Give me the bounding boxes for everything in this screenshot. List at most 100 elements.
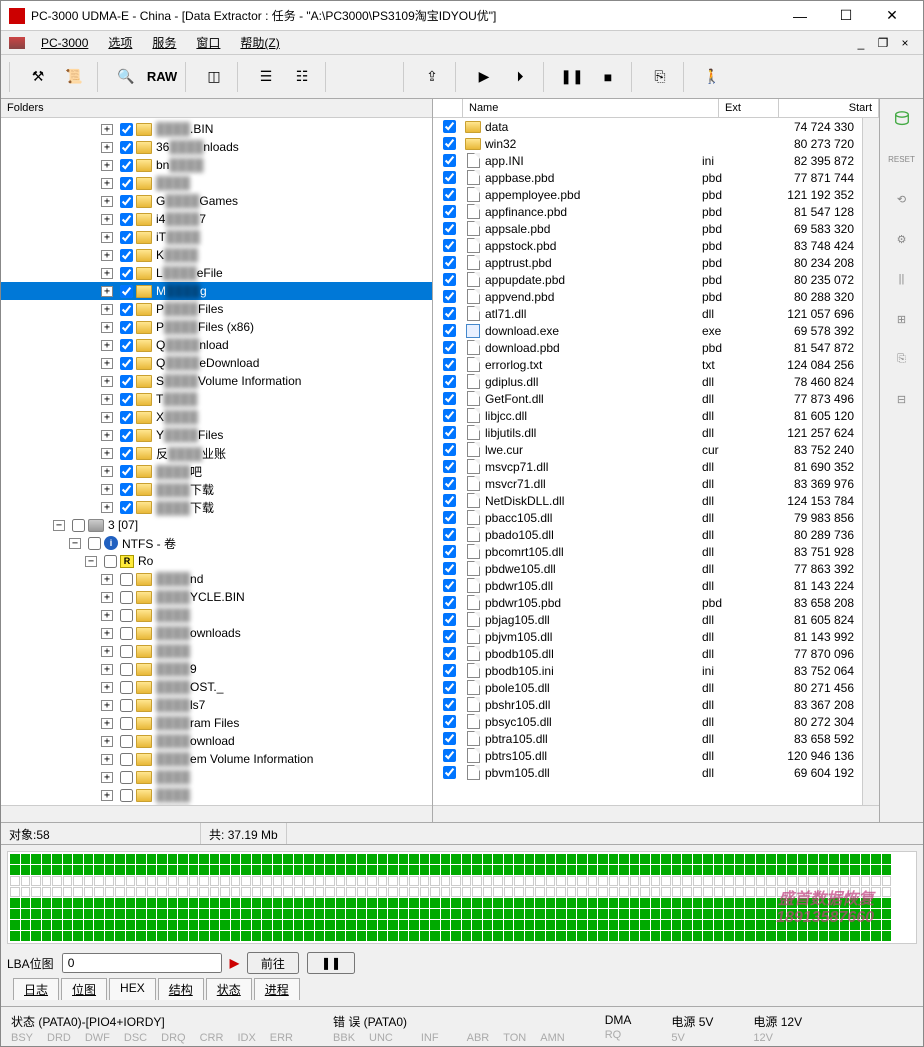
file-checkbox[interactable]: [443, 341, 456, 354]
mdi-minimize[interactable]: _: [851, 36, 871, 50]
tree-row[interactable]: +反████业账: [1, 444, 432, 462]
file-checkbox[interactable]: [443, 732, 456, 745]
file-checkbox[interactable]: [443, 766, 456, 779]
tool-scroll-icon[interactable]: 📜: [57, 60, 91, 94]
file-checkbox[interactable]: [443, 426, 456, 439]
list-row[interactable]: pbcomrt105.dlldll83 751 928: [433, 543, 862, 560]
file-checkbox[interactable]: [443, 681, 456, 694]
list-row[interactable]: appvend.pbdpbd80 288 320: [433, 288, 862, 305]
expander-icon[interactable]: +: [101, 610, 113, 621]
tree-checkbox[interactable]: [120, 159, 133, 172]
tree-row[interactable]: +████.BIN: [1, 120, 432, 138]
expander-icon[interactable]: +: [101, 286, 113, 297]
file-checkbox[interactable]: [443, 290, 456, 303]
expander-icon[interactable]: +: [101, 142, 113, 153]
tree-checkbox[interactable]: [120, 267, 133, 280]
tree-checkbox[interactable]: [120, 789, 133, 802]
expander-icon[interactable]: +: [101, 358, 113, 369]
tree-checkbox[interactable]: [120, 645, 133, 658]
tool-play2-icon[interactable]: ⏵: [503, 60, 537, 94]
file-checkbox[interactable]: [443, 511, 456, 524]
tree-row[interactable]: +T████: [1, 390, 432, 408]
tree-row[interactable]: +████9: [1, 660, 432, 678]
rtool-refresh-icon[interactable]: ⟲: [886, 185, 918, 213]
rtool-reset[interactable]: RESET: [886, 145, 918, 173]
tab-bitmap[interactable]: 位图: [61, 978, 107, 1000]
tree-checkbox[interactable]: [120, 429, 133, 442]
tree-checkbox[interactable]: [120, 357, 133, 370]
tree-checkbox[interactable]: [120, 753, 133, 766]
expander-icon[interactable]: −: [53, 520, 65, 531]
tree-checkbox[interactable]: [120, 195, 133, 208]
tree-row[interactable]: +████em Volume Information: [1, 750, 432, 768]
expander-icon[interactable]: +: [101, 214, 113, 225]
tree-row[interactable]: +████ls7: [1, 696, 432, 714]
expander-icon[interactable]: +: [101, 772, 113, 783]
expander-icon[interactable]: +: [101, 628, 113, 639]
list-row[interactable]: app.INIini82 395 872: [433, 152, 862, 169]
tree-row[interactable]: +i4████7: [1, 210, 432, 228]
tab-struct[interactable]: 结构: [158, 978, 204, 1000]
tree-row[interactable]: +████: [1, 606, 432, 624]
list-row[interactable]: win3280 273 720: [433, 135, 862, 152]
file-checkbox[interactable]: [443, 324, 456, 337]
tree-row[interactable]: +G████Games: [1, 192, 432, 210]
tree-checkbox[interactable]: [120, 627, 133, 640]
tree-row[interactable]: +M████g: [1, 282, 432, 300]
file-checkbox[interactable]: [443, 307, 456, 320]
expander-icon[interactable]: +: [101, 448, 113, 459]
file-checkbox[interactable]: [443, 273, 456, 286]
list-row[interactable]: libjutils.dlldll121 257 624: [433, 424, 862, 441]
tree-row[interactable]: +████: [1, 174, 432, 192]
file-checkbox[interactable]: [443, 647, 456, 660]
maximize-button[interactable]: ☐: [823, 1, 869, 31]
col-start[interactable]: Start: [779, 99, 879, 117]
tree-checkbox[interactable]: [120, 699, 133, 712]
tree-row[interactable]: +Y████Files: [1, 426, 432, 444]
list-row[interactable]: pbdwe105.dlldll77 863 392: [433, 560, 862, 577]
tree-checkbox[interactable]: [104, 555, 117, 568]
list-row[interactable]: pbvm105.dlldll69 604 192: [433, 764, 862, 781]
file-checkbox[interactable]: [443, 188, 456, 201]
rtool-grid-icon[interactable]: ⊞: [886, 305, 918, 333]
file-checkbox[interactable]: [443, 715, 456, 728]
expander-icon[interactable]: +: [101, 196, 113, 207]
tree-checkbox[interactable]: [120, 213, 133, 226]
tree-row[interactable]: +████吧: [1, 462, 432, 480]
tree-row[interactable]: +████ram Files: [1, 714, 432, 732]
col-checkbox[interactable]: [433, 99, 463, 117]
expander-icon[interactable]: +: [101, 682, 113, 693]
tree-row[interactable]: +████下载: [1, 480, 432, 498]
expander-icon[interactable]: +: [101, 736, 113, 747]
expander-icon[interactable]: +: [101, 484, 113, 495]
list-row[interactable]: pbsyc105.dlldll80 272 304: [433, 713, 862, 730]
tree-checkbox[interactable]: [120, 393, 133, 406]
list-row[interactable]: data74 724 330: [433, 118, 862, 135]
tree-row[interactable]: +L████eFile: [1, 264, 432, 282]
list-row[interactable]: pbjag105.dlldll81 605 824: [433, 611, 862, 628]
list-row[interactable]: appemployee.pbdpbd121 192 352: [433, 186, 862, 203]
expander-icon[interactable]: +: [101, 268, 113, 279]
expander-icon[interactable]: +: [101, 376, 113, 387]
expander-icon[interactable]: +: [101, 178, 113, 189]
tree-checkbox[interactable]: [120, 735, 133, 748]
tree-checkbox[interactable]: [120, 141, 133, 154]
tab-log[interactable]: 日志: [13, 978, 59, 1000]
file-checkbox[interactable]: [443, 579, 456, 592]
rtool-minus-icon[interactable]: ⊟: [886, 385, 918, 413]
tree-row[interactable]: +████ownloads: [1, 624, 432, 642]
tree-row[interactable]: −RRo: [1, 552, 432, 570]
expander-icon[interactable]: −: [69, 538, 81, 549]
lba-pause-button[interactable]: ❚❚: [307, 952, 355, 974]
tree-row[interactable]: +████nd: [1, 570, 432, 588]
list-row[interactable]: atl71.dlldll121 057 696: [433, 305, 862, 322]
file-checkbox[interactable]: [443, 664, 456, 677]
list-row[interactable]: pbdwr105.pbdpbd83 658 208: [433, 594, 862, 611]
tool-stop-icon[interactable]: ■: [591, 60, 625, 94]
menu-brand[interactable]: PC-3000: [33, 34, 96, 52]
mdi-close[interactable]: ×: [895, 36, 915, 50]
rtool-pause-icon[interactable]: ||: [886, 265, 918, 293]
tree-checkbox[interactable]: [120, 177, 133, 190]
tab-process[interactable]: 进程: [254, 978, 300, 1000]
expander-icon[interactable]: +: [101, 754, 113, 765]
